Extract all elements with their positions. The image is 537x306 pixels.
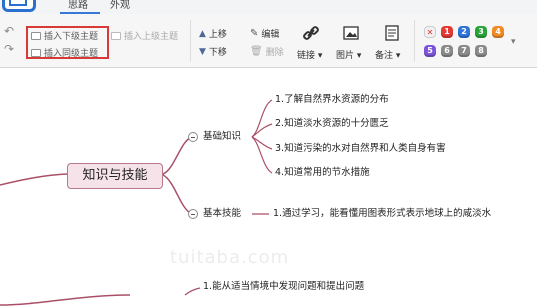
priority-tag[interactable]: 8	[475, 45, 487, 57]
more-arrow-icon[interactable]: ▾	[511, 37, 516, 47]
tab-thinking[interactable]: 思路	[68, 0, 88, 12]
toolbar-separator	[190, 20, 191, 62]
insert-parent-icon	[111, 31, 121, 40]
move-down-label: 下移	[208, 48, 227, 58]
pencil-icon: ✎	[250, 28, 259, 39]
subtopic-item[interactable]: 1.通过学习，能看懂用图表形式表示地球上的咸淡水	[273, 208, 491, 220]
redo-icon[interactable]: ↷	[4, 42, 14, 56]
arrow-down-icon: ▼	[199, 46, 206, 57]
priority-tag[interactable]: 7	[458, 45, 470, 57]
subtopic-item[interactable]: 4.知道常用的节水措施	[275, 167, 370, 179]
priority-tag[interactable]: 1	[441, 26, 453, 38]
note-icon	[385, 25, 399, 41]
mindmap-app: 思路 外观 ↶ ↷ 插入下级主题 插入上级主题 插入同级主题 ▲ 上移 ▼ 下移	[0, 0, 537, 306]
subtopic-item[interactable]: 1.了解自然界水资源的分布	[275, 94, 389, 106]
arrow-up-icon: ▲	[199, 28, 206, 39]
subtopic-item[interactable]: 1.能从适当情境中发现问题和提出问题	[203, 281, 364, 293]
delete-label: 删除	[265, 48, 284, 58]
highlight-box	[26, 26, 109, 59]
link-button[interactable]: 链接 ▾	[297, 48, 322, 61]
subtopic-item[interactable]: 3.知道污染的水对自然界和人类自身有害	[275, 143, 446, 155]
delete-button[interactable]: 🗑 删除	[250, 45, 284, 58]
title-tab-bar: 思路 外观	[0, 0, 537, 14]
priority-tag[interactable]: 6	[441, 45, 453, 57]
tab-appearance[interactable]: 外观	[110, 0, 130, 12]
central-topic[interactable]: 知识与技能	[67, 163, 163, 189]
priority-tag[interactable]: 2	[458, 26, 470, 38]
mindmap-canvas[interactable]: 知识与技能 基础知识 基本技能 1.了解自然界水资源的分布 2.知道淡水资源的十…	[0, 69, 537, 306]
priority-tag[interactable]: 4	[492, 26, 504, 38]
collapse-toggle-icon[interactable]	[188, 132, 198, 142]
insert-parent-button[interactable]: 插入上级主题	[111, 29, 178, 42]
topic-basic-knowledge[interactable]: 基础知识	[203, 131, 241, 143]
note-label: 备注	[375, 51, 394, 61]
app-logo-icon	[2, 0, 36, 12]
watermark: tuitaba.com	[170, 247, 290, 268]
image-icon	[343, 26, 359, 40]
link-icon	[303, 26, 319, 40]
collapse-toggle-icon[interactable]	[188, 209, 198, 219]
clear-priority-icon[interactable]: ✕	[424, 26, 436, 38]
link-label: 链接	[297, 51, 316, 61]
edit-label: 编辑	[261, 30, 280, 40]
toolbar: ↶ ↷ 插入下级主题 插入上级主题 插入同级主题 ▲ 上移 ▼ 下移 ✎ 编辑	[0, 14, 537, 68]
insert-parent-label: 插入上级主题	[124, 32, 179, 42]
image-label: 图片	[336, 51, 355, 61]
subtopic-item[interactable]: 2.知道淡水资源的十分匮乏	[275, 118, 389, 130]
move-up-label: 上移	[208, 30, 227, 40]
priority-tag[interactable]: 3	[475, 26, 487, 38]
note-button[interactable]: 备注 ▾	[375, 48, 400, 61]
move-up-button[interactable]: ▲ 上移	[199, 27, 227, 41]
undo-icon[interactable]: ↶	[4, 24, 14, 38]
toolbar-separator-2	[414, 20, 415, 62]
image-button[interactable]: 图片 ▾	[336, 48, 361, 61]
move-down-button[interactable]: ▼ 下移	[199, 45, 227, 59]
topic-basic-skills[interactable]: 基本技能	[203, 208, 241, 220]
edit-button[interactable]: ✎ 编辑	[250, 27, 279, 40]
priority-tag[interactable]: 5	[424, 45, 436, 57]
trash-icon: 🗑	[250, 46, 263, 57]
